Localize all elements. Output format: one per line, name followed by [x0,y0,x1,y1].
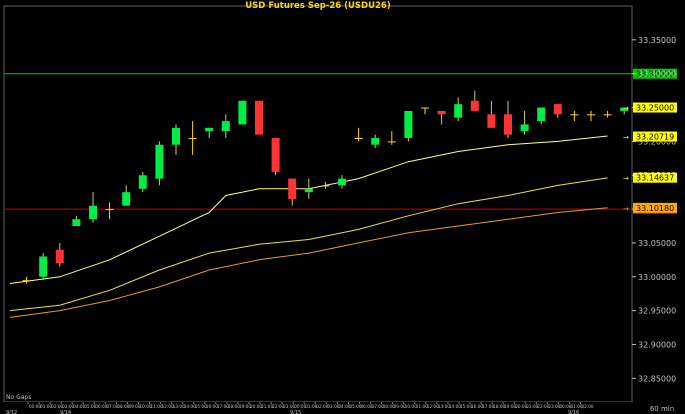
candle-body [338,178,346,186]
candle-body [487,114,496,128]
candle[interactable] [404,110,413,142]
x-date-label: 9/12 [6,410,17,414]
candle-body [321,185,330,187]
candle-body [155,144,164,179]
candle[interactable] [255,100,263,135]
no-gaps-label: No Gaps [6,394,31,401]
candle-body [371,138,380,145]
candle-body [454,104,463,118]
price-marker-arrow: → [623,105,629,113]
candle[interactable] [238,100,247,125]
candle-body [387,141,396,143]
candle-body [221,121,230,132]
candle-body [39,256,48,277]
price-marker-arrow: → [623,134,629,142]
candle-body [255,100,263,135]
y-tick-label: 33.00000 [638,273,676,282]
candle-body [587,114,595,116]
candle-body [172,127,180,145]
candle-body [238,100,247,125]
y-tick-label: 32.95000 [638,307,676,316]
candle-body [271,138,280,172]
price-marker-arrow: → [623,205,629,213]
interval-label: 60 min [650,405,674,413]
candle-body [188,138,197,139]
candle-body [105,209,114,211]
candle-body [421,107,429,109]
y-tick-label: 32.85000 [638,374,676,383]
price-marker-label: 33.10180 [636,204,674,213]
price-marker-label: 33.14637 [636,174,674,183]
candle-body [205,127,214,132]
candle-body [504,114,512,135]
chart-background [0,0,685,414]
x-tick-label: 02:00 [582,404,594,409]
candle-body [89,205,97,220]
candle-body [520,124,529,132]
x-date-label: 9/16 [568,410,579,414]
candle-body [603,114,612,116]
price-marker-label: 33.20719 [636,133,674,142]
futures-chart[interactable]: USD Futures Sep-26 (USDU26) No Gaps 60 m… [0,0,685,414]
candle-body [122,192,131,206]
price-marker-label: 33.25000 [636,104,674,113]
y-tick-label: 33.35000 [638,36,676,45]
candle[interactable] [271,138,280,176]
candle-body [437,110,446,115]
x-date-label: 9/15 [290,410,301,414]
chart-title: USD Futures Sep-26 (USDU26) [245,1,391,11]
candle-body [537,107,546,122]
y-tick-label: 33.30000 [638,70,676,79]
y-tick-label: 33.05000 [638,239,676,248]
candle[interactable] [39,253,48,281]
candle-body [72,219,81,226]
y-tick-label: 32.90000 [638,340,676,349]
price-marker-arrow: → [623,175,629,183]
candle-body [288,178,297,199]
candle-body [470,100,479,111]
candle-body [570,114,579,116]
candle-body [304,188,313,193]
candle-body [404,110,413,138]
candle-body [22,280,31,282]
candle-body [138,175,147,189]
candle-body [553,104,562,115]
candle-body [55,249,64,264]
candle-body [354,138,363,139]
x-date-label: 9/14 [60,410,71,414]
